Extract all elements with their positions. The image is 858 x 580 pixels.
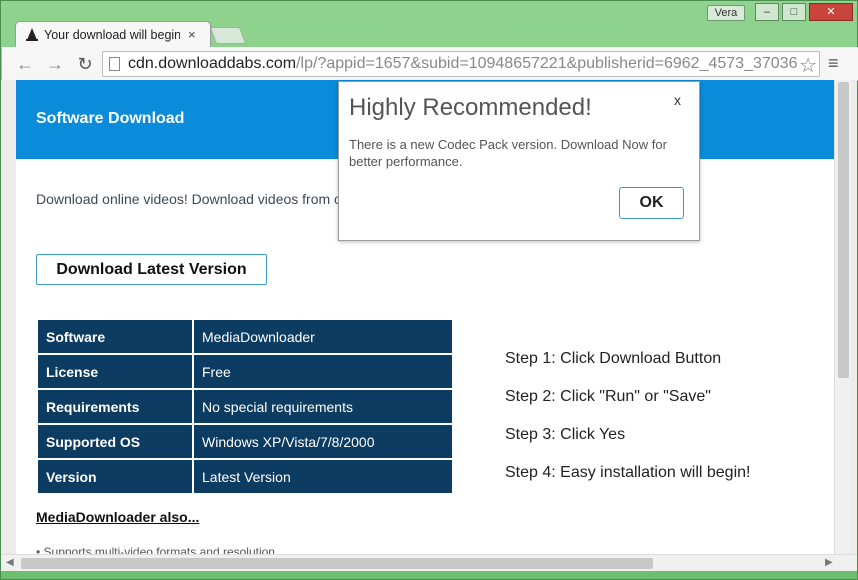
- dialog-ok-button[interactable]: OK: [619, 187, 684, 219]
- table-value: No special requirements: [194, 390, 452, 423]
- table-label: License: [38, 355, 192, 388]
- download-latest-button[interactable]: Download Latest Version: [36, 254, 267, 285]
- back-icon[interactable]: ←: [14, 53, 36, 75]
- table-label: Version: [38, 460, 192, 493]
- vertical-scrollbar[interactable]: [834, 80, 851, 554]
- step-2: Step 2: Click "Run" or "Save": [505, 388, 711, 405]
- vlc-cone-icon: [26, 28, 38, 41]
- page-icon: [109, 57, 120, 71]
- maximize-button[interactable]: □: [782, 3, 806, 21]
- table-row: Requirements No special requirements: [38, 390, 452, 423]
- recommendation-dialog: Highly Recommended! x There is a new Cod…: [338, 81, 700, 241]
- table-label: Requirements: [38, 390, 192, 423]
- new-tab-button[interactable]: [209, 27, 247, 44]
- feature-bullet: • Supports multi-video formats and resol…: [36, 545, 275, 554]
- close-window-button[interactable]: ✕: [809, 3, 853, 21]
- table-label: Software: [38, 320, 192, 353]
- intro-text: Download online videos! Download videos …: [36, 191, 342, 207]
- install-steps: Step 1: Click Download Button Step 2: Cl…: [505, 350, 750, 502]
- vertical-scroll-thumb[interactable]: [838, 82, 849, 378]
- step-4: Step 4: Easy installation will begin!: [505, 464, 751, 481]
- step-3: Step 3: Click Yes: [505, 426, 626, 443]
- table-label: Supported OS: [38, 425, 192, 458]
- menu-icon[interactable]: ≡: [828, 53, 839, 74]
- profile-button[interactable]: Vera: [707, 5, 745, 21]
- dialog-title: Highly Recommended!: [349, 94, 592, 121]
- bookmark-star-icon[interactable]: ☆: [797, 53, 817, 76]
- tab-close-icon[interactable]: ×: [188, 27, 196, 42]
- forward-icon[interactable]: →: [44, 53, 66, 75]
- table-row: Supported OS Windows XP/Vista/7/8/2000: [38, 425, 452, 458]
- horizontal-scrollbar[interactable]: ◀ ▶: [1, 554, 857, 571]
- software-info-table: Software MediaDownloader License Free Re…: [36, 318, 454, 495]
- table-row: Version Latest Version: [38, 460, 452, 493]
- dialog-message: There is a new Codec Pack version. Downl…: [349, 137, 667, 169]
- url-host: cdn.downloaddabs.com: [128, 55, 297, 72]
- table-value: Windows XP/Vista/7/8/2000: [194, 425, 452, 458]
- tab-title: Your download will begin: [44, 27, 180, 42]
- table-row: License Free: [38, 355, 452, 388]
- step-1: Step 1: Click Download Button: [505, 350, 722, 367]
- table-value: MediaDownloader: [194, 320, 452, 353]
- scroll-left-icon[interactable]: ◀: [6, 557, 14, 568]
- banner-title: Software Download: [36, 110, 185, 127]
- reload-icon[interactable]: ↻: [74, 53, 96, 75]
- table-value: Free: [194, 355, 452, 388]
- minimize-button[interactable]: –: [755, 3, 779, 21]
- dialog-close-icon[interactable]: x: [674, 92, 681, 108]
- scroll-right-icon[interactable]: ▶: [825, 557, 833, 568]
- table-row: Software MediaDownloader: [38, 320, 452, 353]
- also-link[interactable]: MediaDownloader also...: [36, 509, 199, 525]
- address-bar[interactable]: cdn.downloaddabs.com /lp/?appid=1657&sub…: [102, 51, 820, 77]
- browser-tab[interactable]: Your download will begin ×: [15, 21, 211, 47]
- table-value: Latest Version: [194, 460, 452, 493]
- url-path: /lp/?appid=1657&subid=10948657221&publis…: [296, 55, 798, 72]
- browser-toolbar: ← → ↻ cdn.downloaddabs.com /lp/?appid=16…: [2, 47, 858, 81]
- horizontal-scroll-thumb[interactable]: [21, 558, 653, 569]
